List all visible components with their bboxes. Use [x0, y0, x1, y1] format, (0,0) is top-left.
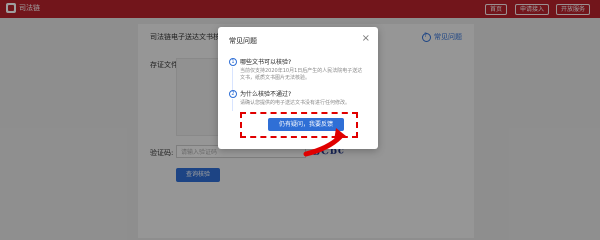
faq-question-text: 为什么核验不通过? — [240, 91, 292, 98]
faq-question-text: 哪些文书可以核验? — [240, 59, 292, 66]
modal-title: 常见问题 — [229, 37, 257, 45]
question-number-icon: 1 — [229, 57, 237, 66]
close-icon[interactable]: × — [362, 33, 370, 44]
faq-answer-1: 当前仅支持2020年10月1日后产生的人民法院电子送达文书，纸质文书图片无法核验… — [240, 68, 363, 81]
highlight-box — [240, 112, 358, 138]
faq-question-2: 2 为什么核验不通过? — [229, 89, 291, 98]
faq-question-1: 1 哪些文书可以核验? — [229, 57, 291, 66]
faq-answer-2: 请确认您提供的电子送达文书没有进行任何修改。 — [240, 100, 351, 106]
question-number-icon: 2 — [229, 89, 237, 98]
faq-divider — [232, 67, 233, 91]
faq-divider — [232, 99, 233, 111]
